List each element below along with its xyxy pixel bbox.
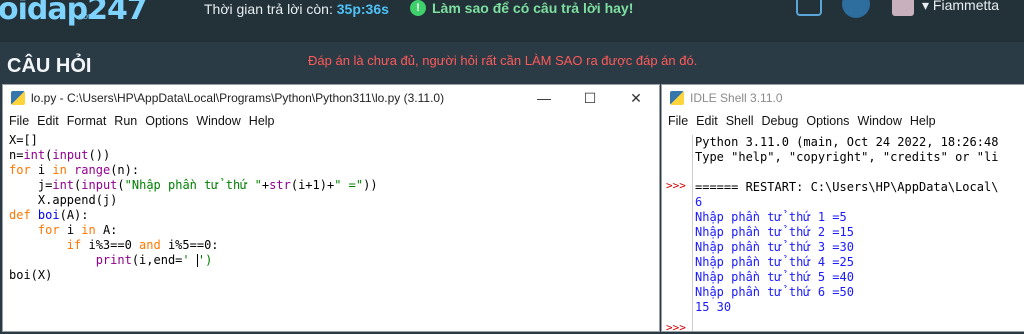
menu-help[interactable]: Help [249,114,275,128]
code-line: for i in range(n): [9,163,140,177]
code-line: X.append(j) [9,193,118,207]
shell-prompt: >>> [666,179,686,192]
shell-line: Nhập phần tử thứ 1 =5 [695,210,847,224]
code-line: j=int(input("Nhập phần tử thứ "+str(i+1)… [9,178,378,192]
menu-options[interactable]: Options [145,114,188,128]
menu-debug[interactable]: Debug [762,114,799,128]
answer-notice: Đáp án là chưa đủ, người hỏi rất cần LÀM… [308,53,698,68]
timer-label: Thời gian trả lời còn: [204,1,333,17]
python-icon [11,91,25,105]
code-line: print(i,end=' ') [95,253,213,267]
site-header: oidap247 .com Thời gian trả lời còn: 35p… [0,0,1024,42]
shell-line: Nhập phần tử thứ 6 =50 [695,285,854,299]
shell-line: Nhập phần tử thứ 4 =25 [695,255,854,269]
menu-edit[interactable]: Edit [37,114,59,128]
menu-window[interactable]: Window [857,114,901,128]
shell-line: Nhập phần tử thứ 3 =30 [695,240,854,254]
menu-options[interactable]: Options [806,114,849,128]
code-line: n=int(input()) [9,148,111,162]
menu-file[interactable]: File [668,114,688,128]
timer-value: 35p:36s [336,1,389,17]
editor-title: lo.py - C:\Users\HP\AppData\Local\Progra… [31,91,445,105]
question-heading: CÂU HỎI [7,55,92,77]
python-icon [670,91,684,105]
howto-label: Làm sao để có câu trả lời hay! [432,0,634,16]
chat-icon[interactable] [796,0,822,16]
prompt-gutter [662,135,693,331]
avatar[interactable] [892,0,914,16]
menu-format[interactable]: Format [67,114,107,128]
maximize-button[interactable]: ☐ [567,85,613,111]
code-line: X=[] [9,133,38,147]
minimize-button[interactable]: — [521,85,567,111]
site-logo[interactable]: oidap247 [0,0,148,27]
answer-timer: Thời gian trả lời còn: 35p:36s [204,1,389,17]
editor-menubar: File Edit Format Run Options Window Help [3,111,659,131]
editor-titlebar[interactable]: lo.py - C:\Users\HP\AppData\Local\Progra… [3,85,659,111]
shell-line: Nhập phần tử thứ 2 =15 [695,225,854,239]
lightbulb-icon: ! [410,0,426,16]
editor-window[interactable]: lo.py - C:\Users\HP\AppData\Local\Progra… [2,84,660,332]
notification-icon[interactable] [842,0,870,18]
username[interactable]: ▾ Fiammetta [922,0,999,14]
code-line: if i%3==0 and i%5==0: [66,238,219,252]
close-button[interactable]: ✕ [613,85,659,111]
menu-window[interactable]: Window [196,114,240,128]
code-line: def boi(A): [9,208,89,222]
shell-line: 6 [695,195,703,209]
shell-line: Nhập phần tử thứ 5 =40 [695,270,854,284]
shell-line: 15 30 [695,300,732,314]
shell-title: IDLE Shell 3.11.0 [690,91,783,105]
menu-run[interactable]: Run [114,114,137,128]
shell-menubar: File Edit Shell Debug Options Window Hel… [662,111,1024,131]
menu-file[interactable]: File [9,114,29,128]
menu-edit[interactable]: Edit [696,114,718,128]
shell-window[interactable]: IDLE Shell 3.11.0 File Edit Shell Debug … [661,84,1024,334]
code-editor[interactable]: X=[] n=int(input()) for i in range(n): j=i… [9,133,378,283]
site-logo-domain: .com [76,11,96,21]
code-line: boi(X) [9,268,53,282]
shell-line: Python 3.11.0 (main, Oct 24 2022, 18:26:… [695,135,999,149]
shell-line: ====== RESTART: C:\Users\HP\AppData\Loca… [695,180,999,194]
window-controls: — ☐ ✕ [521,85,659,111]
username-label: Fiammetta [932,0,1000,13]
shell-output[interactable]: Python 3.11.0 (main, Oct 24 2022, 18:26:… [695,135,998,315]
code-line: for i in A: [37,223,118,237]
shell-line: Type "help", "copyright", "credits" or "… [695,150,999,164]
howto-link[interactable]: ! Làm sao để có câu trả lời hay! [410,0,633,16]
menu-shell[interactable]: Shell [726,114,754,128]
shell-titlebar[interactable]: IDLE Shell 3.11.0 [662,85,1024,111]
menu-help[interactable]: Help [910,114,936,128]
